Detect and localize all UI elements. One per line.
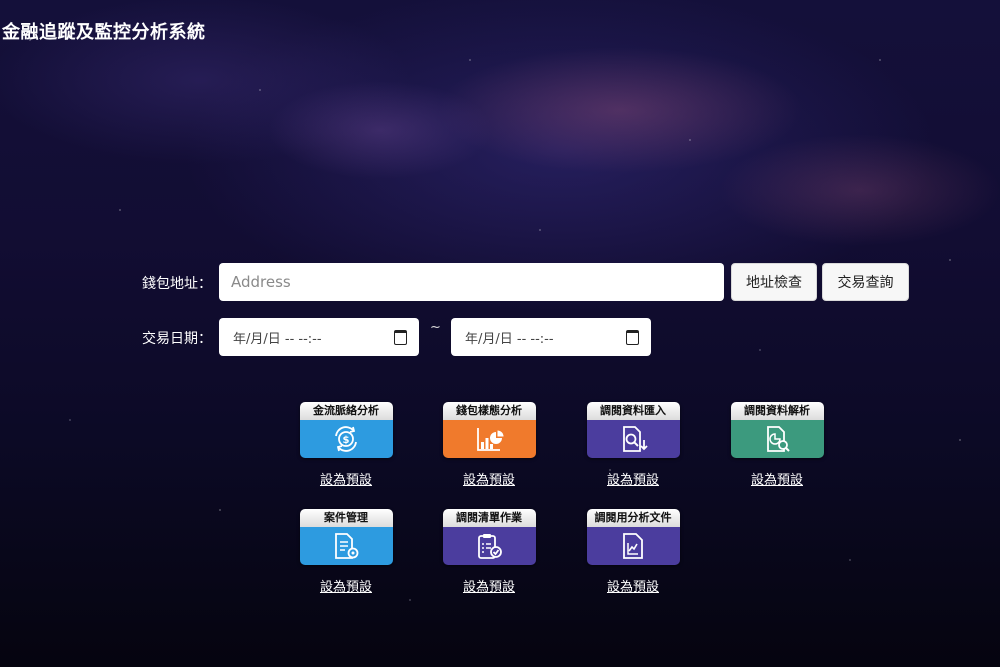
address-check-button[interactable]: 地址檢查 [731,263,817,301]
module-icon-area [442,420,536,458]
module-title: 調閱清單作業 [442,509,536,527]
set-default-link[interactable]: 設為預設 [463,576,515,595]
module-tile-request-list[interactable]: 調閱清單作業 [442,509,536,565]
transaction-query-button[interactable]: 交易查詢 [822,263,909,301]
module-title: 調閱資料匯入 [586,402,680,420]
module-icon-area [586,527,680,565]
start-date-input[interactable]: 年/月/日 -- --:-- [219,318,419,356]
money-cycle-icon: $ [335,426,357,452]
date-range-separator: ~ [430,320,441,335]
calendar-icon[interactable] [394,329,407,345]
set-default-link[interactable]: 設為預設 [607,469,659,488]
module-icon-area [299,527,393,565]
module-title: 錢包樣態分析 [442,402,536,420]
module-icon-area: $ [299,420,393,458]
module-title: 金流脈絡分析 [299,402,393,420]
bar-pie-chart-icon [477,428,504,451]
address-input[interactable] [219,263,724,301]
module-icon-area [442,527,536,565]
set-default-link[interactable]: 設為預設 [320,469,372,488]
module-card-data-import: 調閱資料匯入 設為預設 [573,402,693,488]
end-date-input[interactable]: 年/月/日 -- --:-- [451,318,651,356]
module-card-wallet-analysis: 錢包樣態分析 設為預設 [429,402,549,488]
module-icon-area [586,420,680,458]
module-tile-case-management[interactable]: 案件管理 [299,509,393,565]
end-date-value: 年/月/日 -- --:-- [465,331,554,347]
wallet-address-label: 錢包地址： [142,276,212,292]
module-icon-area [730,420,824,458]
module-title: 案件管理 [299,509,393,527]
case-document-gear-icon [335,533,359,559]
set-default-link[interactable]: 設為預設 [607,576,659,595]
calendar-icon[interactable] [626,329,639,345]
module-title: 調閱用分析文件 [586,509,680,527]
clipboard-check-icon [478,534,502,559]
module-tile-analysis-documents[interactable]: 調閱用分析文件 [586,509,680,565]
transaction-date-label: 交易日期： [142,331,212,347]
module-card-request-list: 調閱清單作業 設為預設 [429,509,549,595]
module-tile-flow-analysis[interactable]: 金流脈絡分析 $ [299,402,393,458]
module-card-case-management: 案件管理 設為預設 [286,509,406,595]
set-default-link[interactable]: 設為預設 [751,469,803,488]
module-card-data-parse: 調閱資料解析 設為預設 [717,402,837,488]
module-title: 調閱資料解析 [730,402,824,420]
document-chart-icon [623,533,643,559]
start-date-value: 年/月/日 -- --:-- [233,331,322,347]
module-tile-wallet-analysis[interactable]: 錢包樣態分析 [442,402,536,458]
page-title: 金融追蹤及監控分析系統 [2,22,206,43]
module-tile-data-import[interactable]: 調閱資料匯入 [586,402,680,458]
document-analysis-icon [767,426,790,452]
document-search-import-icon [623,426,648,452]
module-tile-data-parse[interactable]: 調閱資料解析 [730,402,824,458]
set-default-link[interactable]: 設為預設 [463,469,515,488]
module-card-flow-analysis: 金流脈絡分析 $ 設為預設 [286,402,406,488]
module-card-analysis-documents: 調閱用分析文件 設為預設 [573,509,693,595]
set-default-link[interactable]: 設為預設 [320,576,372,595]
svg-text:$: $ [343,435,350,446]
